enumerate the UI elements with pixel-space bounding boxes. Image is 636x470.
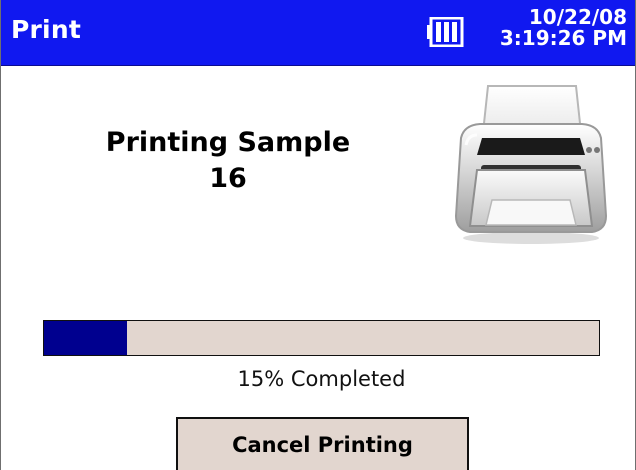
status-clock: 10/22/08 3:19:26 PM: [500, 7, 627, 49]
printer-icon: [454, 85, 608, 244]
progress-percent-text: 15% Completed: [237, 367, 406, 391]
status-time: 3:19:26 PM: [499, 26, 627, 50]
status-date: 10/22/08: [528, 5, 627, 29]
printing-status: Printing Sample 16: [93, 125, 363, 197]
print-progress-fill: [44, 321, 128, 355]
print-progress-bar: [43, 320, 600, 356]
cancel-printing-button[interactable]: Cancel Printing: [176, 417, 469, 470]
battery-icon: [427, 17, 464, 47]
print-screen: Print 10/22/08 3:19:26 PM Printing Sampl…: [0, 0, 636, 470]
window-title: Print: [11, 15, 81, 44]
title-bar: Print 10/22/08 3:19:26 PM: [1, 0, 635, 66]
printing-sample-number: 16: [209, 163, 247, 194]
printing-status-label: Printing Sample: [105, 127, 351, 158]
